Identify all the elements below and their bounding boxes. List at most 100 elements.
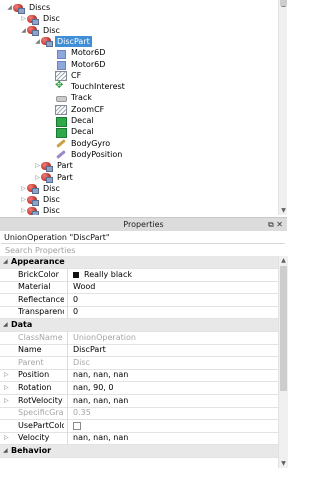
- tree-item[interactable]: ▷ Disc: [0, 205, 278, 215]
- category-name: Behavior: [11, 446, 52, 455]
- property-value[interactable]: nan, nan, nan: [73, 369, 128, 381]
- property-category[interactable]: ◢ Behavior: [0, 445, 278, 458]
- collapsed-arrow-icon[interactable]: ▷: [20, 183, 27, 194]
- explorer-scrollbar[interactable]: ▲ ▼: [278, 0, 287, 215]
- property-row[interactable]: ClassName UnionOperation: [0, 331, 278, 345]
- tree-item[interactable]: ▷ Part: [0, 172, 278, 183]
- property-value[interactable]: Really black: [73, 269, 132, 281]
- collapsed-arrow-icon[interactable]: ▷: [20, 13, 27, 24]
- property-name: Rotation: [18, 383, 52, 392]
- property-category[interactable]: ◢ Appearance: [0, 256, 278, 269]
- column-divider: [67, 419, 68, 432]
- column-divider: [67, 281, 68, 294]
- column-divider: [67, 432, 68, 445]
- tree-item[interactable]: Track: [0, 92, 278, 103]
- property-row[interactable]: Transparency 0: [0, 306, 278, 320]
- expanded-arrow-icon[interactable]: ◢: [34, 36, 41, 47]
- property-row[interactable]: ▷ RotVelocity nan, nan, nan: [0, 394, 278, 408]
- property-row[interactable]: Name DiscPart: [0, 344, 278, 358]
- property-value[interactable]: [73, 420, 81, 432]
- tree-item[interactable]: BodyGyro: [0, 138, 278, 149]
- tree-item-label: Motor6D: [71, 48, 106, 58]
- category-name: Data: [11, 320, 33, 329]
- properties-grid: ◢ Appearance BrickColor Really black Materia…: [0, 256, 278, 468]
- window-buttons-icon[interactable]: ⧉ ✕: [268, 218, 283, 231]
- property-row[interactable]: UsePartColor: [0, 419, 278, 433]
- tree-item-label: Part: [57, 161, 73, 171]
- property-row[interactable]: Reflectance 0: [0, 293, 278, 307]
- tree-item[interactable]: ZoomCF: [0, 104, 278, 116]
- tree-item-label: Motor6D: [71, 59, 106, 69]
- checkbox[interactable]: [73, 421, 81, 430]
- property-value-text: Disc: [73, 357, 90, 367]
- disc-icon: [41, 172, 53, 183]
- scroll-down-icon[interactable]: ▼: [279, 459, 288, 468]
- property-name: Transparency: [18, 307, 64, 317]
- collapse-arrow-icon[interactable]: ◢: [3, 256, 8, 268]
- expand-arrow-icon[interactable]: ▷: [4, 432, 9, 444]
- tree-item[interactable]: TouchInterest: [0, 80, 278, 92]
- property-value-text: nan, nan, nan: [73, 370, 129, 380]
- property-category[interactable]: ◢ Data: [0, 319, 278, 332]
- property-row[interactable]: ▷ Velocity nan, nan, nan: [0, 432, 278, 446]
- property-row[interactable]: Material Wood: [0, 281, 278, 295]
- tree-item[interactable]: BodyPosition: [0, 149, 278, 160]
- property-value[interactable]: nan, nan, nan: [73, 395, 128, 407]
- tree-item[interactable]: CF: [0, 70, 278, 82]
- property-value-text: UnionOperation: [73, 332, 136, 342]
- search-properties-input[interactable]: [1, 244, 275, 256]
- properties-scroll-thumb[interactable]: [280, 266, 287, 391]
- property-value-text: nan, nan, nan: [73, 395, 129, 405]
- animation-track-icon: [55, 93, 67, 103]
- property-value[interactable]: DiscPart: [73, 344, 106, 356]
- disc-icon: [27, 206, 39, 215]
- property-row[interactable]: SpecificGravity 0.35: [0, 407, 278, 421]
- property-value[interactable]: Wood: [73, 281, 95, 293]
- scroll-down-icon[interactable]: ▼: [279, 206, 287, 215]
- tree-item[interactable]: Decal: [0, 126, 278, 138]
- tree-item[interactable]: Motor6D: [0, 47, 278, 59]
- property-name: UsePartColor: [18, 420, 64, 430]
- collapsed-arrow-icon[interactable]: ▷: [34, 160, 41, 171]
- disc-icon: [27, 183, 39, 195]
- tree-item[interactable]: ▷ Part: [0, 160, 278, 172]
- tree-item[interactable]: ◢ Disc: [0, 25, 278, 37]
- collapsed-arrow-icon[interactable]: ▷: [20, 194, 27, 205]
- collapsed-arrow-icon[interactable]: ▷: [34, 172, 41, 183]
- expanded-arrow-icon[interactable]: ◢: [6, 2, 13, 13]
- property-value[interactable]: 0: [73, 306, 78, 318]
- expand-arrow-icon[interactable]: ▷: [4, 382, 9, 394]
- explorer-scroll-thumb[interactable]: [280, 0, 287, 6]
- column-divider: [67, 382, 68, 394]
- column-divider: [67, 344, 68, 357]
- property-value[interactable]: nan, 90, 0: [73, 382, 113, 394]
- scroll-up-icon[interactable]: ▲: [279, 256, 288, 265]
- tree-item-label: CF: [71, 70, 82, 80]
- property-row[interactable]: ▷ Rotation nan, 90, 0: [0, 382, 278, 395]
- disc-icon: [27, 14, 39, 25]
- search-properties-box[interactable]: [1, 243, 285, 257]
- collapsed-arrow-icon[interactable]: ▷: [20, 205, 27, 215]
- collapse-arrow-icon[interactable]: ◢: [3, 445, 8, 457]
- property-row[interactable]: Parent Disc: [0, 356, 278, 370]
- explorer-tree: ◢ Discs ▷ Disc ◢ Disc ◢ DiscPart Motor6D Motor6D C…: [0, 0, 278, 215]
- tree-item[interactable]: ▷ Disc: [0, 194, 278, 206]
- property-value[interactable]: 0: [73, 294, 78, 306]
- property-row[interactable]: BrickColor Really black: [0, 268, 278, 282]
- tree-item[interactable]: ▷ Disc: [0, 183, 278, 195]
- expanded-arrow-icon[interactable]: ◢: [20, 25, 27, 36]
- properties-scrollbar[interactable]: ▲ ▼: [278, 256, 288, 468]
- tree-item-label: BodyGyro: [71, 138, 111, 148]
- tree-item[interactable]: ◢ Discs: [0, 2, 278, 14]
- property-row[interactable]: ▷ Position nan, nan, nan: [0, 369, 278, 383]
- tree-item[interactable]: ◢ DiscPart: [0, 35, 278, 48]
- tree-item[interactable]: Motor6D: [0, 59, 278, 70]
- tree-item[interactable]: ▷ Disc: [0, 13, 278, 25]
- property-value[interactable]: nan, nan, nan: [73, 432, 128, 444]
- collapse-arrow-icon[interactable]: ◢: [3, 319, 8, 331]
- expand-arrow-icon[interactable]: ▷: [4, 395, 9, 407]
- tree-item[interactable]: Decal: [0, 115, 278, 127]
- expand-arrow-icon[interactable]: ▷: [4, 369, 9, 381]
